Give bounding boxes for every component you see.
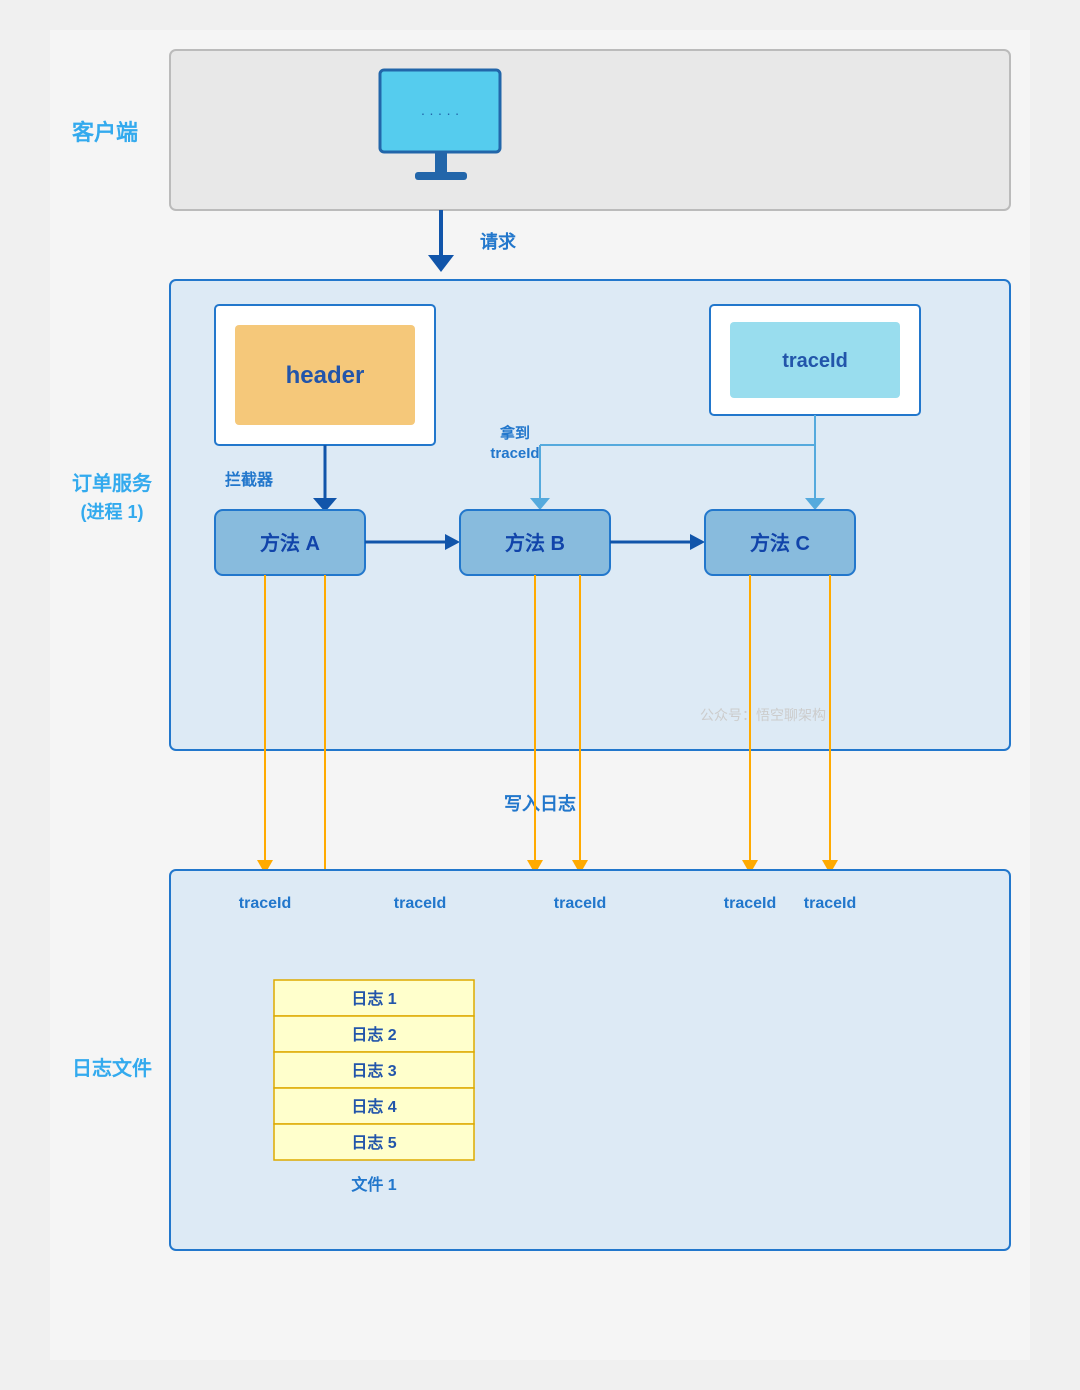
traceid-box-label: traceId: [782, 350, 848, 372]
svg-text:· · · · ·: · · · · ·: [421, 105, 460, 121]
log-5: 日志 5: [351, 1133, 396, 1152]
log-1: 日志 1: [351, 989, 396, 1008]
traceid-log-2: traceId: [394, 895, 446, 912]
traceid-log-4: traceId: [724, 895, 776, 912]
order-process-label: (进程 1): [81, 502, 144, 522]
interceptor-label: 拦截器: [225, 470, 274, 489]
traceid-log-5: traceId: [804, 895, 856, 912]
main-diagram: 客户端 · · · · · 请求 订单服务 (进程 1) MDC header: [50, 30, 1030, 1360]
method-a-label: 方法 A: [260, 531, 320, 555]
write-log-label: 写入日志: [504, 793, 576, 814]
traceid-log-3: traceId: [554, 895, 606, 912]
file-1-label: 文件 1: [351, 1175, 396, 1194]
header-label: header: [286, 362, 365, 389]
diagram-container: 客户端 · · · · · 请求 订单服务 (进程 1) MDC header: [50, 30, 1030, 1360]
traceid-log-1: traceId: [239, 895, 291, 912]
order-service-label: 订单服务: [72, 471, 153, 495]
method-b-label: 方法 B: [505, 531, 565, 555]
watermark: 公众号：悟空聊架构: [700, 707, 826, 723]
log-2: 日志 2: [351, 1025, 396, 1044]
log-4: 日志 4: [351, 1097, 396, 1116]
log-3: 日志 3: [351, 1061, 396, 1080]
method-c-label: 方法 C: [750, 531, 810, 555]
get-traceid-label2: traceId: [490, 445, 539, 462]
get-traceid-label: 拿到: [499, 424, 530, 442]
request-label: 请求: [480, 231, 517, 252]
client-label: 客户端: [72, 120, 138, 145]
log-file-label: 日志文件: [72, 1056, 152, 1080]
